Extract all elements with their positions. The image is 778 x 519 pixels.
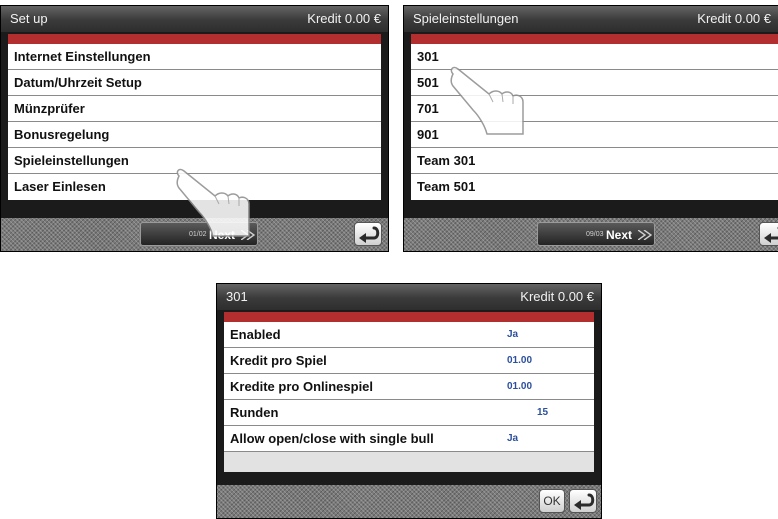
ok-button[interactable]: OK [539, 489, 565, 513]
back-button[interactable] [759, 222, 778, 246]
menu-item-label: Datum/Uhrzeit Setup [14, 75, 142, 90]
menu-item-internet[interactable]: Internet Einstellungen [8, 44, 381, 70]
menu-item-label: Spieleinstellungen [14, 153, 129, 168]
screen-title: 301 [226, 289, 248, 304]
game-settings-screen: Spieleinstellungen Kredit 0.00 € 301 501… [403, 5, 778, 252]
ok-label: OK [543, 494, 561, 508]
setting-label: Runden [230, 405, 279, 420]
kredit-display: Kredit 0.00 € [520, 289, 594, 304]
back-button[interactable] [354, 222, 382, 246]
return-arrow-icon [762, 226, 778, 245]
menu-item-bonus[interactable]: Bonusregelung [8, 122, 381, 148]
menu-item-label: Internet Einstellungen [14, 49, 151, 64]
bottom-bar: OK [217, 485, 601, 518]
game-item-label: 901 [417, 127, 439, 142]
game-item-team-501[interactable]: Team 501 [411, 174, 778, 200]
accent-bar [8, 34, 381, 44]
setting-kredit-pro-spiel[interactable]: Kredit pro Spiel 01.00 [224, 348, 594, 374]
screen-title: Spieleinstellungen [413, 11, 519, 26]
bottom-bar: 09/03 Next [404, 218, 778, 251]
settings-empty-area [224, 452, 594, 472]
titlebar: 301 Kredit 0.00 € [217, 284, 601, 310]
setting-value: 01.00 [507, 355, 533, 366]
setting-label: Kredit pro Spiel [230, 353, 327, 368]
pointing-hand-icon [176, 168, 250, 237]
setting-value: 15 [537, 407, 549, 418]
back-button[interactable] [569, 489, 597, 513]
setting-value: Ja [507, 433, 519, 444]
setting-label: Enabled [230, 327, 281, 342]
titlebar: Spieleinstellungen Kredit 0.00 € [404, 6, 778, 32]
game-item-team-301[interactable]: Team 301 [411, 148, 778, 174]
setting-label: Kredite pro Onlinespiel [230, 379, 374, 394]
screen-title: Set up [10, 11, 48, 26]
game-item-label: Team 301 [417, 153, 476, 168]
next-button[interactable]: 09/03 Next [537, 222, 655, 246]
setting-kredite-pro-onlinespiel[interactable]: Kredite pro Onlinespiel 01.00 [224, 374, 594, 400]
game-item-label: 701 [417, 101, 439, 116]
titlebar: Set up Kredit 0.00 € [1, 6, 388, 32]
accent-bar [411, 34, 778, 44]
game301-screen: 301 Kredit 0.00 € Enabled Ja Kredit pro … [216, 283, 602, 519]
kredit-display: Kredit 0.00 € [307, 11, 381, 26]
pointing-hand-icon [450, 66, 524, 135]
setting-value: 01.00 [507, 381, 533, 392]
setting-runden[interactable]: Runden 15 [224, 400, 594, 426]
setting-value: Ja [507, 329, 519, 340]
double-chevron-right-icon [638, 230, 652, 240]
kredit-display: Kredit 0.00 € [697, 11, 771, 26]
return-arrow-icon [357, 226, 380, 245]
return-arrow-icon [572, 493, 595, 512]
menu-item-coin-validator[interactable]: Münzprüfer [8, 96, 381, 122]
menu-item-label: Laser Einlesen [14, 179, 106, 194]
page-indicator: 09/03 [586, 231, 604, 238]
setup-screen: Set up Kredit 0.00 € Internet Einstellun… [0, 5, 389, 252]
game-item-label: Team 501 [417, 179, 476, 194]
settings-list: Enabled Ja Kredit pro Spiel 01.00 Kredit… [224, 322, 594, 472]
next-label: Next [606, 228, 633, 242]
accent-bar [224, 312, 594, 322]
menu-item-label: Münzprüfer [14, 101, 85, 116]
game-item-label: 301 [417, 49, 439, 64]
setting-label: Allow open/close with single bull [230, 431, 434, 446]
game-item-label: 501 [417, 75, 439, 90]
menu-item-datetime[interactable]: Datum/Uhrzeit Setup [8, 70, 381, 96]
setting-allow-open-close[interactable]: Allow open/close with single bull Ja [224, 426, 594, 452]
menu-item-label: Bonusregelung [14, 127, 110, 142]
setting-enabled[interactable]: Enabled Ja [224, 322, 594, 348]
